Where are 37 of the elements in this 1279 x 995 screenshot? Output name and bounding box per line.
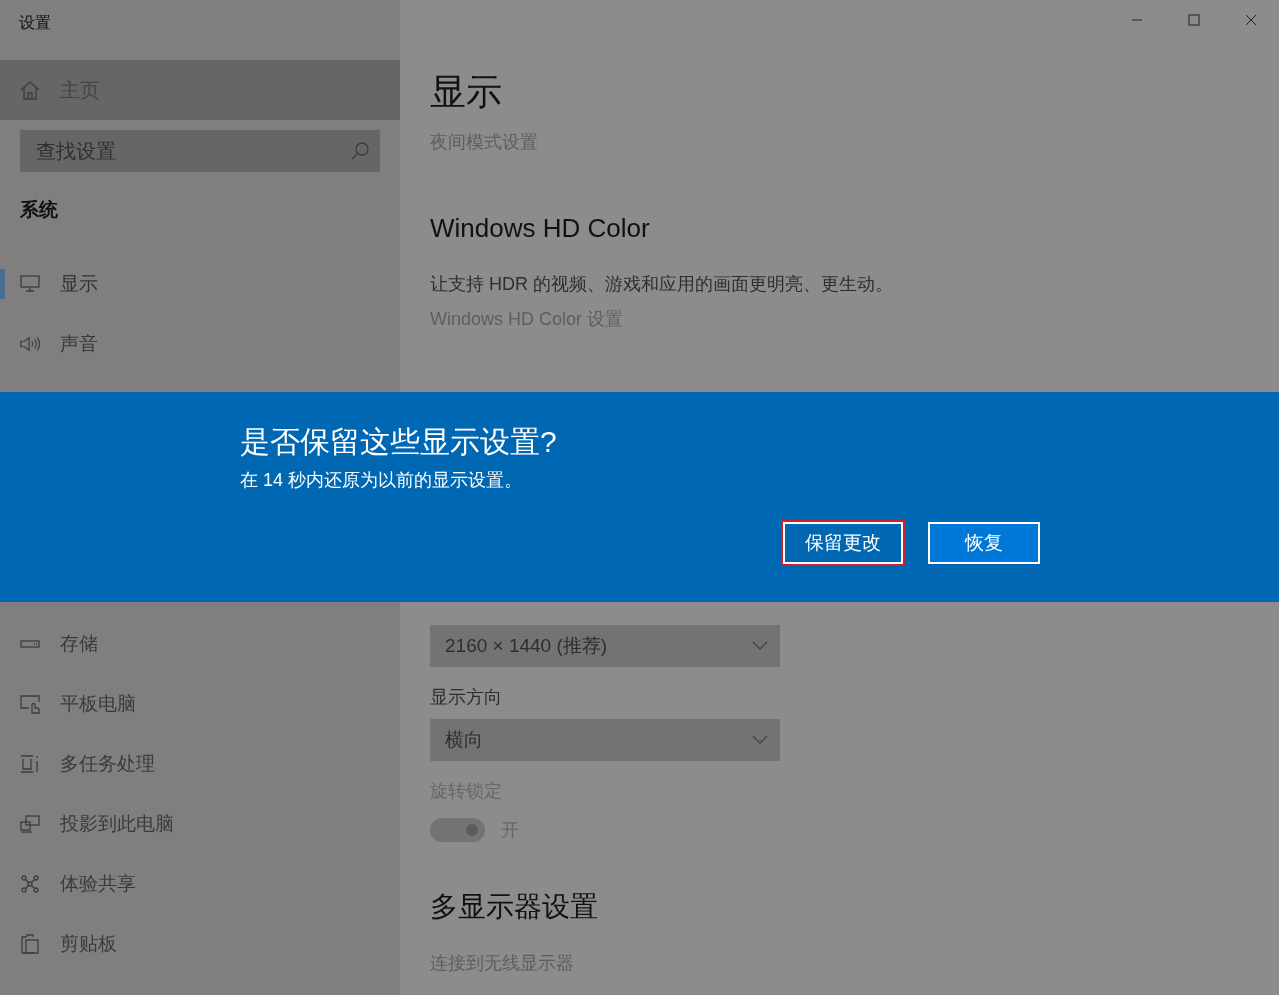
chevron-down-icon bbox=[752, 735, 768, 745]
network-nodes-icon bbox=[21, 875, 39, 893]
clipboard-icon bbox=[21, 934, 39, 954]
sidebar-item[interactable]: 多任务处理 bbox=[0, 734, 400, 794]
page-title: 显示 bbox=[430, 70, 502, 114]
sidebar-item[interactable]: 存储 bbox=[0, 614, 400, 674]
search-icon bbox=[350, 141, 370, 161]
resolution-dropdown[interactable]: 2160 × 1440 (推荐) bbox=[430, 625, 780, 667]
field-label: 显示方向 bbox=[430, 686, 502, 709]
dialog-button[interactable]: 保留更改 bbox=[783, 522, 903, 564]
orientation-dropdown[interactable]: 横向 bbox=[430, 719, 780, 761]
sidebar-item[interactable]: 平板电脑 bbox=[0, 674, 400, 734]
monitor-icon bbox=[20, 275, 40, 293]
dialog-button[interactable]: 恢复 bbox=[928, 522, 1040, 564]
sidebar-item[interactable]: 声音 bbox=[0, 314, 400, 374]
maximize-icon bbox=[1187, 14, 1200, 26]
drive-icon bbox=[20, 640, 40, 648]
sidebar-item[interactable]: 投影到此电脑 bbox=[0, 794, 400, 854]
description-text: 让支持 HDR 的视频、游戏和应用的画面更明亮、更生动。 bbox=[430, 273, 893, 296]
chevron-down-icon bbox=[752, 641, 768, 651]
section-heading: Windows HD Color bbox=[430, 212, 650, 245]
section-heading: 多显示器设置 bbox=[430, 890, 598, 924]
close-icon bbox=[1244, 14, 1257, 26]
multitask-icon bbox=[20, 755, 40, 773]
selection-indicator bbox=[0, 269, 5, 299]
sidebar-item[interactable]: 体验共享 bbox=[0, 854, 400, 914]
window-title: 设置 bbox=[19, 14, 51, 31]
project-screen-icon bbox=[20, 815, 40, 833]
sidebar-item[interactable]: 剪贴板 bbox=[0, 914, 400, 974]
search-field[interactable]: 查找设置 bbox=[20, 130, 380, 172]
dialog-title: 是否保留这些显示设置? bbox=[240, 424, 557, 460]
sidebar-item[interactable]: 显示 bbox=[0, 254, 400, 314]
dialog-message: 在 14 秒内还原为以前的显示设置。 bbox=[240, 469, 523, 492]
tablet-touch-icon bbox=[20, 694, 40, 714]
section-heading: 系统 bbox=[20, 198, 58, 222]
speaker-icon bbox=[20, 335, 40, 353]
home-icon bbox=[20, 80, 40, 100]
